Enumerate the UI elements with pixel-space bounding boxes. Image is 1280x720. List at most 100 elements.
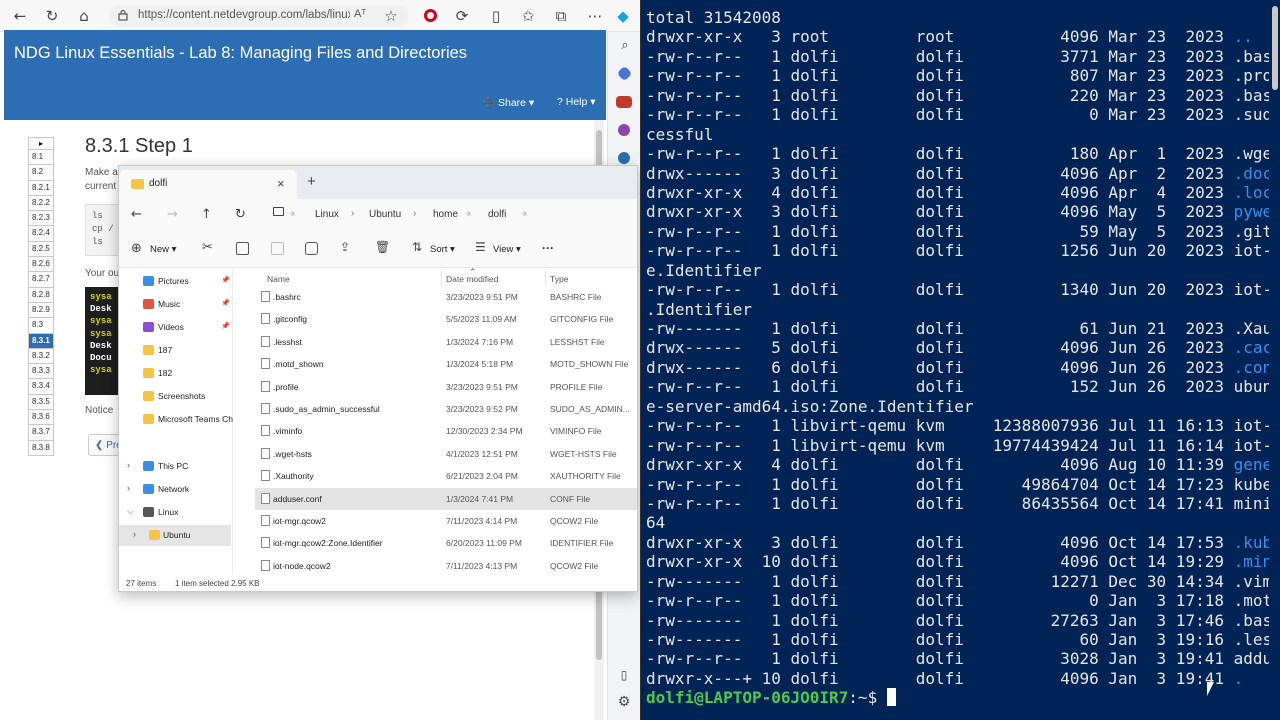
shopping-icon[interactable] bbox=[616, 65, 633, 82]
nav-tree-item[interactable]: › This PC bbox=[119, 456, 231, 477]
cut-icon[interactable]: ✂ bbox=[202, 240, 213, 255]
file-row[interactable]: .bashrc 3/23/2023 9:51 PM BASHRC File bbox=[255, 286, 637, 308]
more-options-icon[interactable]: ··· bbox=[542, 241, 554, 255]
favorites-icon[interactable]: ✩ bbox=[518, 6, 538, 26]
toc-item[interactable]: 8.2.4 bbox=[28, 226, 54, 242]
file-row[interactable]: iot-mgr.qcow2:Zone.Identifier 6/20/2023 1… bbox=[255, 532, 637, 554]
breadcrumb[interactable]: › Linux › Ubuntu › home › dolfi › bbox=[267, 203, 637, 227]
column-header-date[interactable]: Date modified bbox=[446, 274, 498, 284]
file-row[interactable]: iot-node.qcow2 7/11/2023 4:13 PM QCOW2 Fil… bbox=[255, 555, 637, 577]
address-bar[interactable]: https://content.netdevgroup.com/labs/lin… bbox=[108, 5, 408, 27]
file-row[interactable]: .profile 3/23/2023 9:51 PM PROFILE File bbox=[255, 376, 637, 398]
toc-item[interactable]: 8.3.1 bbox=[28, 333, 54, 349]
back-icon[interactable]: ← bbox=[131, 207, 142, 222]
rename-icon[interactable] bbox=[305, 242, 318, 255]
column-header-type[interactable]: Type bbox=[550, 274, 568, 284]
delete-icon[interactable]: 🗑 bbox=[375, 240, 390, 254]
nav-item-quick-access[interactable]: Music 📌 bbox=[119, 294, 231, 315]
toc-item[interactable]: 8.1 bbox=[28, 150, 54, 166]
games-icon[interactable] bbox=[618, 124, 630, 136]
file-row[interactable]: .Xauthority 6/21/2023 2:04 PM XAUTHORITY F… bbox=[255, 465, 637, 487]
help-button[interactable]: ? Help ▾ bbox=[557, 96, 596, 108]
new-plus-icon[interactable]: ⊕ bbox=[131, 241, 142, 256]
sidebar-toggle-icon[interactable]: ▯ bbox=[614, 665, 634, 685]
search-icon[interactable]: ⌕ bbox=[615, 36, 635, 56]
breadcrumb-item[interactable]: dolfi bbox=[488, 209, 506, 220]
chevron-icon[interactable]: ⌵ bbox=[127, 506, 134, 517]
toc-item[interactable]: 8.3.3 bbox=[28, 364, 54, 380]
share-button[interactable]: ➗ Share ▾ bbox=[482, 96, 534, 109]
toc-item[interactable]: 8.3.4 bbox=[28, 379, 54, 395]
view-button[interactable]: View ▾ bbox=[493, 244, 521, 255]
new-tab-icon[interactable]: + bbox=[307, 173, 316, 190]
sort-button[interactable]: Sort ▾ bbox=[430, 244, 455, 255]
terminal-scrollbar[interactable] bbox=[1269, 0, 1280, 720]
view-icon[interactable]: ☰ bbox=[475, 240, 486, 254]
nav-tree-item[interactable]: › Network bbox=[119, 479, 231, 500]
toc-item[interactable]: 8.2.1 bbox=[28, 180, 54, 196]
scrollbar-thumb[interactable] bbox=[1272, 6, 1278, 90]
tools-icon[interactable] bbox=[616, 96, 632, 108]
chevron-icon[interactable]: › bbox=[133, 529, 136, 539]
toc-item[interactable]: 8.2.6 bbox=[28, 257, 54, 273]
breadcrumb-item[interactable]: home bbox=[433, 209, 458, 220]
settings-gear-icon[interactable]: ⚙ bbox=[614, 692, 634, 712]
split-screen-icon[interactable]: ▯ bbox=[486, 6, 506, 26]
back-icon[interactable]: ← bbox=[10, 6, 30, 26]
toc-item[interactable]: 8.3.5 bbox=[28, 394, 54, 411]
extensions-icon[interactable]: ⟳ bbox=[452, 6, 472, 26]
new-button[interactable]: New ▾ bbox=[150, 244, 176, 255]
column-divider[interactable] bbox=[545, 270, 546, 286]
column-divider[interactable] bbox=[441, 270, 442, 286]
copy-icon[interactable] bbox=[236, 242, 249, 255]
toc-collapse-icon[interactable]: ▸ bbox=[28, 137, 54, 150]
file-row[interactable]: .motd_shown 1/3/2024 5:18 PM MOTD_SHOWN Fi… bbox=[255, 353, 637, 375]
file-row[interactable]: adduser.conf 1/3/2024 7:41 PM CONF File bbox=[255, 487, 637, 510]
office-icon[interactable] bbox=[618, 152, 630, 164]
paste-icon[interactable] bbox=[271, 242, 284, 255]
toc-item[interactable]: 8.2.2 bbox=[28, 195, 54, 212]
breadcrumb-item[interactable]: Linux bbox=[315, 209, 339, 220]
nav-item-quick-access[interactable]: 187 bbox=[119, 340, 231, 361]
favorite-star-icon[interactable]: ☆ bbox=[381, 6, 401, 26]
file-row[interactable]: iot-mgr.qcow2 7/11/2023 4:14 PM QCOW2 File bbox=[255, 510, 637, 532]
refresh-icon[interactable]: ↻ bbox=[235, 207, 246, 222]
toc-item[interactable]: 8.3.8 bbox=[28, 440, 54, 456]
chevron-icon[interactable]: › bbox=[127, 483, 130, 493]
file-row[interactable]: .lesshst 1/3/2024 7:16 PM LESSHST File bbox=[255, 331, 637, 353]
chevron-icon[interactable]: › bbox=[127, 460, 130, 470]
more-options-icon[interactable]: ⋯ bbox=[585, 6, 605, 26]
nav-item-quick-access[interactable]: Microsoft Teams Ch bbox=[119, 409, 233, 430]
nav-item-quick-access[interactable]: Videos 📌 bbox=[119, 317, 231, 338]
file-row[interactable]: .wget-hsts 4/1/2023 12:51 PM WGET-HSTS Fil… bbox=[255, 443, 637, 465]
up-icon[interactable]: ↑ bbox=[201, 207, 212, 222]
file-row[interactable]: .gitconfig 5/5/2023 11:09 AM GITCONFIG Fil… bbox=[255, 308, 637, 330]
refresh-icon[interactable]: ↻ bbox=[42, 6, 62, 26]
terminal-prompt[interactable]: dolfi@LAPTOP-06JO0IR7:~$ bbox=[646, 688, 1280, 707]
terminal-window[interactable]: total 31542008 drwxr-xr-x 3 root root 409… bbox=[640, 0, 1280, 720]
nav-item-quick-access[interactable]: Pictures 📌 bbox=[119, 271, 231, 292]
toc-item[interactable]: 8.3.6 bbox=[28, 410, 54, 426]
column-header-name[interactable]: Name bbox=[267, 274, 290, 284]
nav-item-quick-access[interactable]: 182 bbox=[119, 363, 231, 384]
home-icon[interactable]: ⌂ bbox=[74, 6, 94, 26]
forward-icon[interactable]: → bbox=[167, 207, 178, 222]
toc-item[interactable]: 8.2.3 bbox=[28, 211, 54, 227]
toc-item[interactable]: 8.3 bbox=[28, 318, 54, 334]
toc-item[interactable]: 8.3.2 bbox=[28, 348, 54, 365]
file-row[interactable]: .viminfo 12/30/2023 2:34 PM VIMINFO File bbox=[255, 420, 637, 442]
toc-item[interactable]: 8.2.7 bbox=[28, 272, 54, 288]
nav-item-quick-access[interactable]: Screenshots bbox=[119, 386, 231, 407]
explorer-tab[interactable]: dolfi × bbox=[119, 170, 297, 199]
file-row[interactable]: .sudo_as_admin_successful 3/23/2023 9:52 … bbox=[255, 398, 637, 420]
nav-tree-item[interactable]: ⌵ Linux bbox=[119, 502, 231, 523]
toc-item[interactable]: 8.2.5 bbox=[28, 241, 54, 258]
computer-icon[interactable] bbox=[273, 207, 284, 216]
opera-extension-icon[interactable] bbox=[424, 9, 437, 22]
close-icon[interactable]: × bbox=[277, 176, 285, 191]
toc-item[interactable]: 8.3.7 bbox=[28, 425, 54, 441]
collections-icon[interactable]: ⧉ bbox=[551, 6, 571, 26]
sort-icon[interactable]: ⇅ bbox=[412, 240, 422, 254]
address-url[interactable]: https://content.netdevgroup.com/labs/lin… bbox=[138, 9, 350, 21]
share-icon[interactable]: ⇪ bbox=[340, 240, 350, 254]
